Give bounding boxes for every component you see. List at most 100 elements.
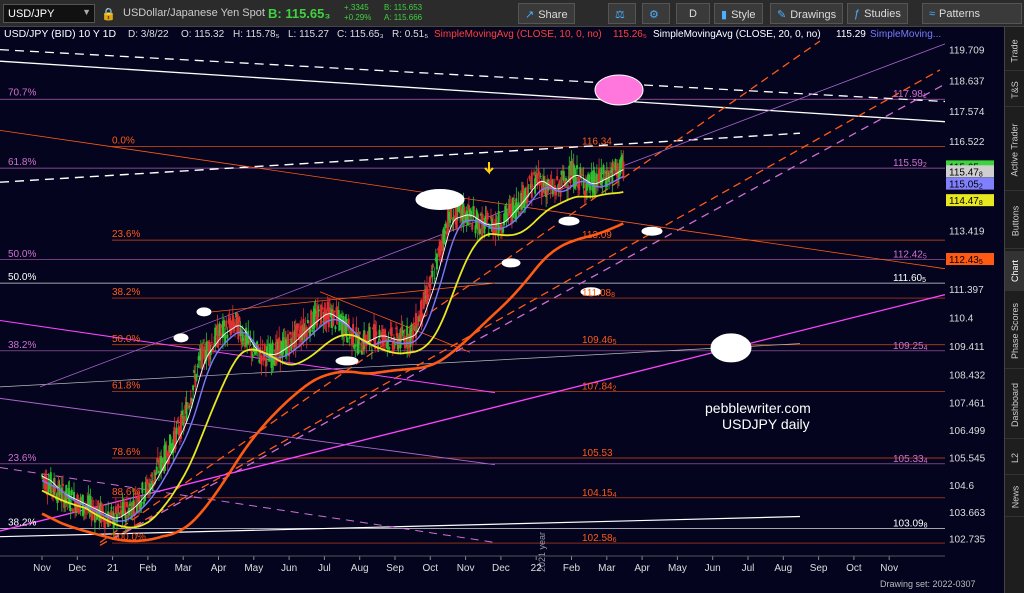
candle-body <box>314 310 317 314</box>
candle-body <box>119 505 122 509</box>
x-tick-label: Oct <box>846 563 862 574</box>
candle-body <box>261 344 264 346</box>
sma10-value: 115.26₅ <box>613 29 647 40</box>
candle-body <box>564 178 567 181</box>
y-tick-label: 107.461 <box>949 398 986 409</box>
candle-body <box>435 253 438 270</box>
candle-body <box>226 334 229 339</box>
price-level-label: 104.154 <box>582 488 617 499</box>
candle-body <box>368 326 371 343</box>
change-value: +.3345 <box>344 3 369 12</box>
y-tick-label: 113.419 <box>949 227 985 238</box>
chart-area[interactable]: 70.7% 61.8% 50.0% 50.0% 38.2% 23.6% 38.2% 0.0% 2… <box>0 27 1004 593</box>
sidebar-tab-label: Chart <box>1010 259 1021 282</box>
candle-body <box>499 223 502 231</box>
sidebar-tab-t-s[interactable]: T&S <box>1005 73 1024 107</box>
candle-body <box>560 170 563 175</box>
sidebar-tab-l2[interactable]: L2 <box>1005 441 1024 475</box>
candle-body <box>574 176 577 187</box>
candle-body <box>388 347 391 349</box>
drawings-label: Drawings <box>790 9 837 21</box>
fib-percent-label: 50.0% <box>8 249 36 260</box>
chevron-down-icon[interactable]: ▼ <box>82 7 91 17</box>
candle-body <box>132 499 135 506</box>
candle-body <box>400 326 403 340</box>
watermark-site: pebblewriter.com <box>705 400 811 416</box>
candle-body <box>614 159 617 171</box>
sidebar-tab-news[interactable]: News <box>1005 477 1024 517</box>
candle-body <box>377 341 380 343</box>
candle-body <box>332 311 335 327</box>
candle-body <box>185 402 188 422</box>
candle-body <box>129 503 132 506</box>
studies-button[interactable]: ƒ Studies <box>847 3 908 24</box>
right-sidebar: Trade T&S Active Trader Buttons Chart Phase S… <box>1004 27 1024 593</box>
candle-body <box>188 406 191 408</box>
period-label: D <box>689 8 697 20</box>
channel-orange-dashed-upper <box>99 40 821 544</box>
trendline-white-top <box>0 60 946 123</box>
price-chart[interactable]: 70.7% 61.8% 50.0% 50.0% 38.2% 23.6% 38.2% 0.0% 2… <box>0 27 1004 593</box>
candle-body <box>321 306 324 310</box>
share-button[interactable]: ↗ Share <box>518 3 575 24</box>
price-level-label: 111.088 <box>582 288 615 299</box>
flask-button[interactable]: ⚖ <box>608 3 636 24</box>
sma20-value: 115.29 <box>836 29 866 40</box>
period-button[interactable]: D <box>676 3 710 24</box>
highlight-white-dot <box>196 307 212 317</box>
candle-body <box>532 172 535 175</box>
drawings-button[interactable]: ✎ Drawings <box>770 3 844 24</box>
drawing-set-label: Drawing set: 2022-0307 <box>880 579 976 589</box>
symbol-input[interactable]: USD/JPY ▼ <box>3 4 95 23</box>
patterns-button[interactable]: ≈ Patterns <box>922 3 1022 24</box>
candle-body <box>395 327 398 330</box>
y-tick-label: 105.545 <box>949 454 986 465</box>
ohlc-date: D: 3/8/22 <box>128 29 169 40</box>
style-button[interactable]: ▮ Style <box>714 3 763 24</box>
highlight-white-dot <box>173 333 189 343</box>
candle-body <box>203 346 206 360</box>
candle-body <box>375 331 378 336</box>
highlight-white-dot <box>558 216 580 226</box>
price-level-subscript: 4 <box>924 345 928 352</box>
sidebar-tab-buttons[interactable]: Buttons <box>1005 193 1024 249</box>
candle-body <box>110 507 113 509</box>
sidebar-tab-chart[interactable]: Chart <box>1005 251 1024 291</box>
price-level-label: 115.592 <box>893 158 927 169</box>
x-tick-label: Apr <box>634 563 650 574</box>
candle-body <box>444 223 447 229</box>
candle-body <box>195 374 198 381</box>
candle-body <box>537 168 540 176</box>
candle-body <box>585 182 588 191</box>
x-tick-label: Sep <box>810 563 828 574</box>
fib-percent-label: 88.6% <box>112 487 140 498</box>
sidebar-tab-dashboard[interactable]: Dashboard <box>1005 371 1024 439</box>
sidebar-tab-active-trader[interactable]: Active Trader <box>1005 109 1024 191</box>
candle-body <box>386 342 389 349</box>
settings-button[interactable]: ⚙ <box>642 3 670 24</box>
x-tick-label: Jun <box>705 563 721 574</box>
candle-body <box>289 331 292 335</box>
candle-body <box>296 324 299 329</box>
price-level-label: 105.334 <box>893 454 928 465</box>
bid-ask-block: B: 115.653 A: 115.666 <box>384 3 422 23</box>
symbol-value: USD/JPY <box>8 8 55 20</box>
candle-body <box>251 354 254 358</box>
sidebar-tab-phase-scores[interactable]: Phase Scores <box>1005 293 1024 369</box>
fib-percent-label: 50.0% <box>112 334 140 345</box>
candle-body <box>559 188 562 197</box>
candle-body <box>152 480 155 484</box>
ohlc-low: L: 115.27 <box>288 29 329 40</box>
lock-icon[interactable]: 🔒 <box>101 7 116 21</box>
sidebar-tab-trade[interactable]: Trade <box>1005 31 1024 71</box>
x-tick-label: Oct <box>423 563 439 574</box>
candle-body <box>551 189 554 195</box>
candle-body <box>401 330 404 334</box>
fib-percent-label: 38.2% <box>112 287 140 298</box>
candle-body <box>165 450 168 457</box>
price-level-subscript: 5 <box>922 277 926 284</box>
y-tick-label: 108.432 <box>949 370 986 381</box>
candle-body <box>558 180 561 189</box>
fib-percent-label: 61.8% <box>8 157 36 168</box>
candle-body <box>347 318 350 331</box>
